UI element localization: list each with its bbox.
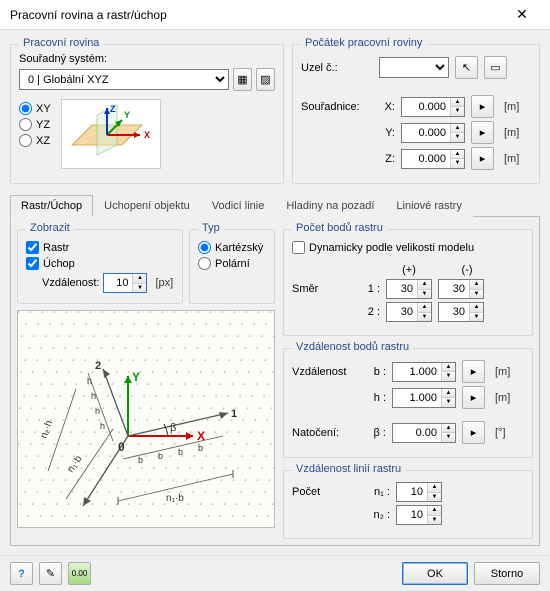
plane-xz-radio[interactable]: XZ bbox=[19, 134, 51, 147]
lines-n2-input[interactable]: ▲▼ bbox=[396, 505, 442, 525]
tab-liniove-rastry[interactable]: Liniové rastry bbox=[385, 195, 472, 217]
vzdalenost-label: Vzdálenost: bbox=[42, 277, 99, 289]
dist-h-input[interactable]: ▲▼ bbox=[392, 388, 456, 408]
origin-x-unit: [m] bbox=[504, 101, 519, 113]
h-label: h : bbox=[364, 392, 386, 404]
vzdalenost-unit: [px] bbox=[155, 277, 173, 289]
svg-text:1: 1 bbox=[231, 408, 237, 420]
plane-xy-radio[interactable]: XY bbox=[19, 102, 51, 115]
coord-system-edit-button[interactable]: ▨ bbox=[256, 68, 275, 91]
dir2-minus-input[interactable]: ▲▼ bbox=[438, 302, 484, 322]
n2-label: n₂ : bbox=[364, 509, 390, 521]
lines-group-title: Vzdálenost linií rastru bbox=[292, 463, 405, 475]
tab-hladiny-na-pozadi[interactable]: Hladiny na pozadí bbox=[275, 195, 385, 217]
grid-preview: X Y 2 1 0 bbox=[17, 310, 275, 528]
plane-preview-image: X Y Z bbox=[61, 99, 161, 169]
dir1-minus-input[interactable]: ▲▼ bbox=[438, 279, 484, 299]
origin-x-extra-button[interactable]: ▸ bbox=[471, 95, 494, 118]
beta-label: β : bbox=[364, 427, 386, 439]
dist-beta-unit: [°] bbox=[495, 427, 506, 439]
origin-y-input[interactable]: ▲▼ bbox=[401, 123, 465, 143]
tab-rastr-uchop[interactable]: Rastr/Úchop bbox=[10, 195, 93, 217]
origin-z-unit: [m] bbox=[504, 153, 519, 165]
plane-yz-radio[interactable]: YZ bbox=[19, 118, 51, 131]
svg-text:h: h bbox=[87, 376, 92, 386]
dir2-label: 2 : bbox=[358, 306, 380, 318]
type-group-title: Typ bbox=[198, 222, 224, 234]
dynamic-checkbox[interactable]: Dynamicky podle velikosti modelu bbox=[292, 241, 524, 254]
minus-header: (-) bbox=[438, 264, 496, 276]
coord-system-new-button[interactable]: ▦ bbox=[233, 68, 252, 91]
ok-button[interactable]: OK bbox=[402, 562, 468, 585]
svg-text:2: 2 bbox=[95, 360, 101, 372]
type-kart-radio[interactable]: Kartézský bbox=[198, 241, 266, 254]
svg-text:b: b bbox=[138, 455, 143, 465]
help-button[interactable]: ? bbox=[10, 562, 33, 585]
svg-text:0: 0 bbox=[118, 440, 125, 454]
dist-b-unit: [m] bbox=[495, 366, 510, 378]
svg-text:n₁·b: n₁·b bbox=[166, 493, 184, 504]
uchop-checkbox[interactable]: Úchop bbox=[26, 257, 174, 270]
node-pick-button[interactable]: ↖ bbox=[455, 56, 478, 79]
points-group-title: Počet bodů rastru bbox=[292, 222, 387, 234]
dist-h-extra-button[interactable]: ▸ bbox=[462, 386, 485, 409]
node-new-button[interactable]: ▭ bbox=[484, 56, 507, 79]
svg-text:X: X bbox=[144, 130, 150, 140]
dir-label: Směr bbox=[292, 283, 352, 295]
node-select[interactable] bbox=[379, 57, 449, 78]
dir2-plus-input[interactable]: ▲▼ bbox=[386, 302, 432, 322]
close-icon[interactable]: ✕ bbox=[502, 6, 542, 23]
svg-text:b: b bbox=[158, 451, 163, 461]
rastr-checkbox[interactable]: Rastr bbox=[26, 241, 174, 254]
svg-text:b: b bbox=[198, 443, 203, 453]
coord-system-select[interactable]: 0 | Globální XYZ bbox=[19, 69, 229, 90]
dist-b-extra-button[interactable]: ▸ bbox=[462, 360, 485, 383]
workplane-group-title: Pracovní rovina bbox=[19, 37, 103, 49]
coords-label: Souřadnice: bbox=[301, 101, 373, 113]
svg-text:h: h bbox=[95, 406, 100, 416]
b-label: b : bbox=[364, 366, 386, 378]
cancel-button[interactable]: Storno bbox=[474, 562, 540, 585]
tab-vodici-linie[interactable]: Vodicí linie bbox=[201, 195, 276, 217]
type-polar-radio[interactable]: Polární bbox=[198, 257, 266, 270]
origin-group-title: Počátek pracovní roviny bbox=[301, 37, 426, 49]
x-label: X: bbox=[379, 101, 395, 113]
node-label: Uzel č.: bbox=[301, 62, 373, 74]
count-label: Počet bbox=[292, 486, 358, 498]
dist-label: Vzdálenost bbox=[292, 366, 358, 378]
origin-y-extra-button[interactable]: ▸ bbox=[471, 121, 494, 144]
svg-text:Y: Y bbox=[124, 110, 130, 120]
z-label: Z: bbox=[379, 153, 395, 165]
lines-n1-input[interactable]: ▲▼ bbox=[396, 482, 442, 502]
svg-text:h: h bbox=[91, 391, 96, 401]
dist-beta-input[interactable]: ▲▼ bbox=[392, 423, 456, 443]
origin-z-extra-button[interactable]: ▸ bbox=[471, 147, 494, 170]
n1-label: n₁ : bbox=[364, 486, 390, 498]
vzdalenost-input[interactable]: ▲▼ bbox=[103, 273, 147, 293]
plus-header: (+) bbox=[380, 264, 438, 276]
coord-system-label: Souřadný systém: bbox=[19, 53, 275, 65]
svg-text:b: b bbox=[178, 447, 183, 457]
dir1-plus-input[interactable]: ▲▼ bbox=[386, 279, 432, 299]
rot-label: Natočení: bbox=[292, 427, 358, 439]
origin-z-input[interactable]: ▲▼ bbox=[401, 149, 465, 169]
y-label: Y: bbox=[379, 127, 395, 139]
dist-beta-extra-button[interactable]: ▸ bbox=[462, 421, 485, 444]
origin-y-unit: [m] bbox=[504, 127, 519, 139]
svg-text:Z: Z bbox=[110, 104, 116, 114]
dist-group-title: Vzdálenost bodů rastru bbox=[292, 341, 413, 353]
tab-uchopeni-objektu[interactable]: Uchopení objektu bbox=[93, 195, 201, 217]
dist-h-unit: [m] bbox=[495, 392, 510, 404]
dir1-label: 1 : bbox=[358, 283, 380, 295]
options-button[interactable]: 0.00 bbox=[68, 562, 91, 585]
svg-text:Y: Y bbox=[132, 370, 140, 384]
svg-text:h: h bbox=[100, 421, 105, 431]
display-group-title: Zobrazit bbox=[26, 222, 74, 234]
window-title: Pracovní rovina a rastr/úchop bbox=[10, 8, 502, 22]
svg-text:β: β bbox=[170, 422, 176, 434]
origin-x-input[interactable]: ▲▼ bbox=[401, 97, 465, 117]
edit-button[interactable]: ✎ bbox=[39, 562, 62, 585]
dist-b-input[interactable]: ▲▼ bbox=[392, 362, 456, 382]
